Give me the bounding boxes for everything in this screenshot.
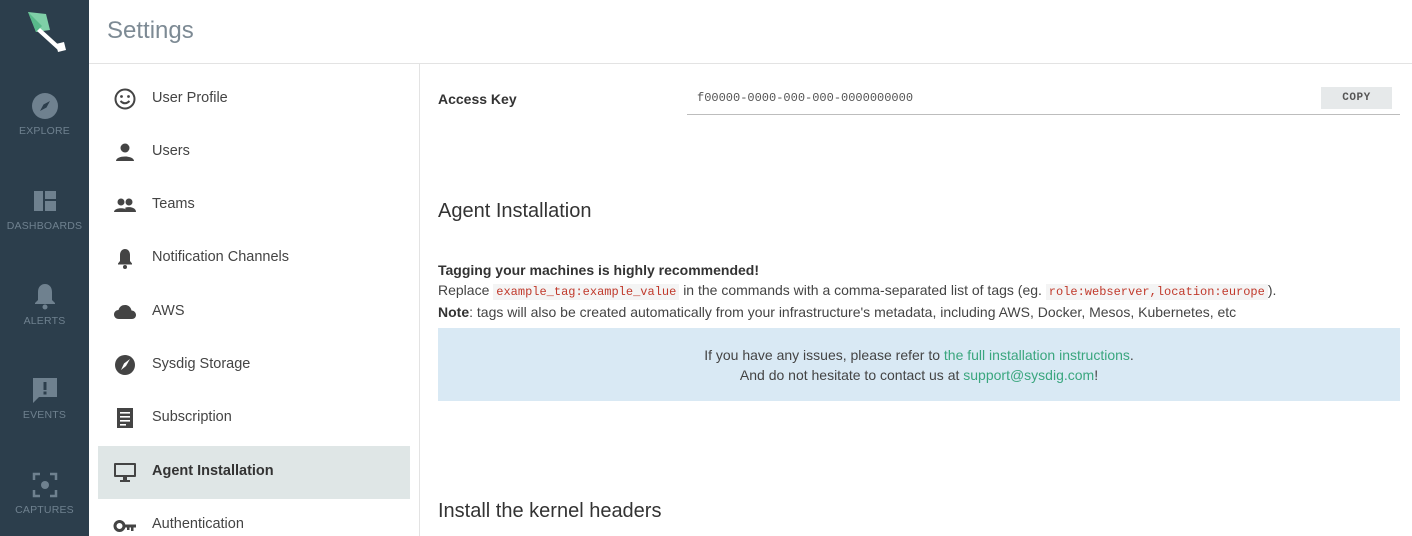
access-key-field[interactable]: f00000-0000-000-000-0000000000 COPY [687, 84, 1400, 115]
nav-item-label: Notification Channels [152, 249, 290, 265]
nav-item-agent-installation[interactable]: Agent Installation [98, 446, 410, 499]
cloud-icon [113, 300, 137, 324]
nav-item-subscription[interactable]: Subscription [98, 392, 410, 445]
group-icon [113, 193, 137, 217]
nav-item-label: User Profile [152, 90, 228, 106]
rail-captures[interactable]: CAPTURES [0, 470, 89, 516]
person-icon [113, 140, 137, 164]
info-line-2-prefix: And do not hesitate to contact us at [739, 367, 964, 383]
note-label: Note [438, 304, 470, 320]
copy-button[interactable]: COPY [1321, 87, 1392, 109]
rail-events-label: EVENTS [22, 409, 67, 421]
rail-dashboards-label: DASHBOARDS [6, 220, 83, 232]
info-line-1: If you have any issues, please refer to … [438, 345, 1400, 365]
kernel-headers-heading: Install the kernel headers [438, 500, 662, 522]
bell-icon [30, 281, 60, 311]
replace-line: Replace example_tag:example_value in the… [438, 280, 1398, 302]
key-icon [113, 513, 137, 536]
replace-suffix: ). [1267, 282, 1277, 298]
tagging-title: Tagging your machines is highly recommen… [438, 262, 760, 278]
storage-icon [113, 353, 137, 377]
info-line-2-suffix: ! [1094, 367, 1099, 383]
smiley-icon [113, 87, 137, 111]
note-text: : tags will also be created automaticall… [469, 304, 1237, 320]
replace-middle: in the commands with a comma-separated l… [683, 282, 1042, 298]
rail-explore-label: EXPLORE [18, 125, 70, 137]
nav-item-user-profile[interactable]: User Profile [98, 73, 410, 126]
rail-alerts[interactable]: ALERTS [0, 281, 89, 327]
event-alert-icon [30, 375, 60, 405]
nav-item-label: AWS [152, 303, 185, 319]
dashboard-icon [30, 186, 60, 216]
info-line-1-prefix: If you have any issues, please refer to [704, 347, 944, 363]
nav-item-authentication[interactable]: Authentication [98, 499, 410, 536]
nav-item-label: Subscription [152, 409, 232, 425]
agent-installation-heading: Agent Installation [438, 200, 592, 222]
replace-prefix: Replace [438, 282, 490, 298]
nav-item-sysdig-storage[interactable]: Sysdig Storage [98, 339, 410, 392]
rail-dashboards[interactable]: DASHBOARDS [0, 186, 89, 232]
rail-alerts-label: ALERTS [23, 315, 66, 327]
monitor-icon [113, 460, 137, 484]
settings-nav: User Profile Users Teams Notification Ch… [89, 64, 420, 536]
capture-icon [30, 470, 60, 500]
nav-item-label: Users [152, 143, 190, 159]
nav-item-label: Sysdig Storage [152, 356, 251, 372]
rail-events[interactable]: EVENTS [0, 375, 89, 421]
support-email-link[interactable]: support@sysdig.com [963, 367, 1094, 383]
help-info-box: If you have any issues, please refer to … [438, 328, 1400, 401]
rail-captures-label: CAPTURES [15, 504, 74, 516]
access-key-label: Access Key [438, 91, 517, 107]
nav-item-label: Agent Installation [152, 463, 274, 479]
access-key-value[interactable]: f00000-0000-000-000-0000000000 [697, 91, 913, 105]
info-line-1-suffix: . [1129, 347, 1134, 363]
tagging-instructions: Tagging your machines is highly recommen… [438, 260, 1398, 322]
nav-item-notification-channels[interactable]: Notification Channels [98, 232, 410, 285]
nav-item-label: Teams [152, 196, 195, 212]
example-tags-code: role:webserver,location:europe [1045, 284, 1268, 300]
nav-item-teams[interactable]: Teams [98, 179, 410, 232]
nav-item-aws[interactable]: AWS [98, 286, 410, 339]
info-line-2: And do not hesitate to contact us at sup… [438, 365, 1400, 385]
nav-item-users[interactable]: Users [98, 126, 410, 179]
rail-explore[interactable]: EXPLORE [0, 91, 89, 137]
compass-icon [30, 91, 60, 121]
app-rail: EXPLORE DASHBOARDS ALERTS EVENTS CAPTURE… [0, 0, 89, 536]
installation-instructions-link[interactable]: the full installation instructions [944, 347, 1130, 363]
nav-item-label: Authentication [152, 516, 244, 532]
bell-icon [113, 246, 137, 270]
page-title: Settings [107, 17, 194, 44]
receipt-icon [113, 406, 137, 430]
example-tag-code: example_tag:example_value [493, 284, 680, 300]
main-content: Access Key f00000-0000-000-000-000000000… [420, 64, 1412, 536]
page-header: Settings [89, 0, 1412, 64]
note-line: Note: tags will also be created automati… [438, 302, 1398, 322]
sysdig-logo-icon[interactable] [22, 8, 68, 54]
